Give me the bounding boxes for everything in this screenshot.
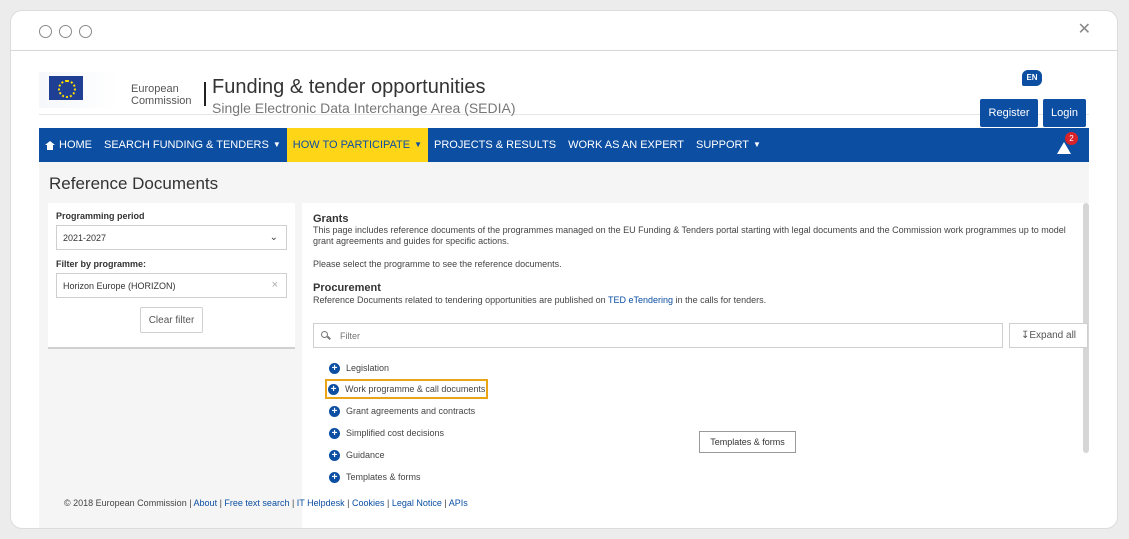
document-item-label: Grant agreements and contracts — [346, 406, 476, 416]
nav-expert-label: WORK AS AN EXPERT — [568, 139, 685, 151]
plus-circle-icon: + — [329, 405, 340, 417]
programming-period-label: Programming period — [56, 211, 145, 221]
footer-link-cookies[interactable]: Cookies — [352, 498, 385, 508]
document-item-label: Guidance — [346, 450, 385, 460]
site-title[interactable]: Funding & tender opportunities — [212, 76, 486, 99]
window-control-circle[interactable] — [59, 25, 72, 38]
footer-link-about[interactable]: About — [194, 498, 218, 508]
procurement-description: Reference Documents related to tendering… — [313, 295, 1073, 306]
nav-home[interactable]: HOME — [39, 128, 98, 162]
document-item-guidance[interactable]: + Guidance — [329, 448, 385, 462]
document-item-label: Simplified cost decisions — [346, 428, 445, 438]
footer-link-free-text-search[interactable]: Free text search — [224, 498, 289, 508]
clear-filter-button[interactable]: Clear filter — [140, 307, 203, 333]
procurement-heading: Procurement — [313, 282, 381, 294]
document-item-work-programme[interactable]: + Work programme & call documents — [324, 379, 489, 399]
footer-link-apis[interactable]: APIs — [449, 498, 468, 508]
plus-circle-icon: + — [328, 383, 339, 395]
window-titlebar: ✕ — [11, 11, 1117, 51]
document-item-templates[interactable]: + Templates & forms — [329, 470, 421, 484]
site-subtitle: Single Electronic Data Interchange Area … — [212, 100, 516, 116]
document-item-legislation[interactable]: + Legislation — [329, 361, 389, 375]
grants-heading: Grants — [313, 213, 349, 225]
login-button[interactable]: Login — [1043, 99, 1086, 127]
caret-down-icon: ▼ — [753, 140, 761, 149]
home-icon — [45, 140, 55, 150]
footer-copyright: © 2018 European Commission — [64, 498, 187, 508]
document-item-label: Templates & forms — [346, 472, 421, 482]
document-filter-input[interactable] — [340, 328, 990, 344]
nav-how-to-participate[interactable]: HOW TO PARTICIPATE ▼ — [286, 128, 429, 162]
document-item-simplified-cost[interactable]: + Simplified cost decisions — [329, 426, 444, 440]
plus-circle-icon: + — [329, 471, 340, 483]
nav-projects-label: PROJECTS & RESULTS — [434, 139, 557, 151]
nav-support-label: SUPPORT — [696, 139, 750, 151]
ec-logo-text[interactable]: European Commission — [131, 84, 192, 107]
programme-filter-label: Filter by programme: — [56, 259, 147, 269]
notification-count-badge: 2 — [1065, 132, 1078, 145]
notifications-button[interactable]: 2 — [1055, 132, 1078, 156]
site-header: European Commission Funding & tender opp… — [39, 60, 1089, 127]
programme-filter-select[interactable]: Horizon Europe (HORIZON) × — [56, 273, 287, 298]
window-control-circle[interactable] — [39, 25, 52, 38]
programme-filter-value: Horizon Europe (HORIZON) — [63, 281, 176, 291]
programming-period-value: 2021-2027 — [63, 233, 107, 243]
plus-circle-icon: + — [329, 362, 340, 374]
tooltip: Templates & forms — [699, 431, 796, 453]
grants-description: This page includes reference documents o… — [313, 225, 1066, 246]
plus-circle-icon: + — [329, 427, 340, 439]
footer-link-legal-notice[interactable]: Legal Notice — [392, 498, 442, 508]
footer-link-it-helpdesk[interactable]: IT Helpdesk — [297, 498, 345, 508]
caret-down-icon: ▼ — [272, 140, 281, 149]
page-content: Reference Documents Programming period 2… — [39, 162, 1089, 528]
nav-projects-results[interactable]: PROJECTS & RESULTS — [428, 128, 562, 162]
content-panel: Grants This page includes reference docu… — [302, 203, 1089, 528]
ted-etendering-link[interactable]: TED eTendering — [608, 295, 673, 305]
document-item-label: Legislation — [346, 363, 390, 373]
language-selector[interactable]: EN — [1022, 70, 1042, 86]
search-icon — [321, 331, 328, 338]
nav-support[interactable]: SUPPORT ▼ — [690, 128, 767, 162]
logo-line2: Commission — [131, 95, 192, 107]
logo-divider — [204, 82, 206, 106]
caret-down-icon: ▼ — [414, 140, 423, 149]
main-navbar: HOME SEARCH FUNDING & TENDERS ▼ HOW TO P… — [39, 128, 1089, 162]
close-icon[interactable]: ✕ — [1078, 22, 1091, 38]
programming-period-select[interactable]: 2021-2027 ⌄ — [56, 225, 287, 250]
expand-all-button[interactable]: ↧Expand all — [1009, 323, 1088, 348]
select-programme-prompt: Please select the programme to see the r… — [313, 259, 562, 269]
nav-search-label: SEARCH FUNDING & TENDERS — [104, 139, 269, 151]
procurement-text-before: Reference Documents related to tendering… — [313, 295, 606, 305]
page-title: Reference Documents — [49, 174, 219, 193]
procurement-text-after: in the calls for tenders. — [675, 295, 767, 305]
logo-line1: European — [131, 83, 179, 95]
window-controls — [39, 25, 92, 38]
register-button[interactable]: Register — [980, 99, 1038, 127]
nav-search-funding[interactable]: SEARCH FUNDING & TENDERS ▼ — [98, 128, 287, 162]
document-filter — [313, 323, 1003, 348]
document-item-label: Work programme & call documents — [345, 384, 486, 394]
eu-flag-icon — [49, 76, 83, 100]
filter-panel: Programming period 2021-2027 ⌄ Filter by… — [48, 203, 295, 349]
site-footer: © 2018 European Commission | About | Fre… — [64, 498, 468, 508]
document-item-grant-agreements[interactable]: + Grant agreements and contracts — [329, 404, 475, 418]
nav-home-label: HOME — [59, 139, 92, 151]
nav-work-as-expert[interactable]: WORK AS AN EXPERT — [562, 128, 690, 162]
website: European Commission Funding & tender opp… — [39, 60, 1089, 528]
browser-window: ✕ European Commission Funding & tender o… — [10, 10, 1118, 529]
window-control-circle[interactable] — [79, 25, 92, 38]
chevron-down-icon: ⌄ — [269, 232, 278, 243]
clear-selection-icon[interactable]: × — [272, 279, 278, 291]
nav-participate-label: HOW TO PARTICIPATE — [292, 139, 411, 151]
plus-circle-icon: + — [329, 449, 340, 461]
